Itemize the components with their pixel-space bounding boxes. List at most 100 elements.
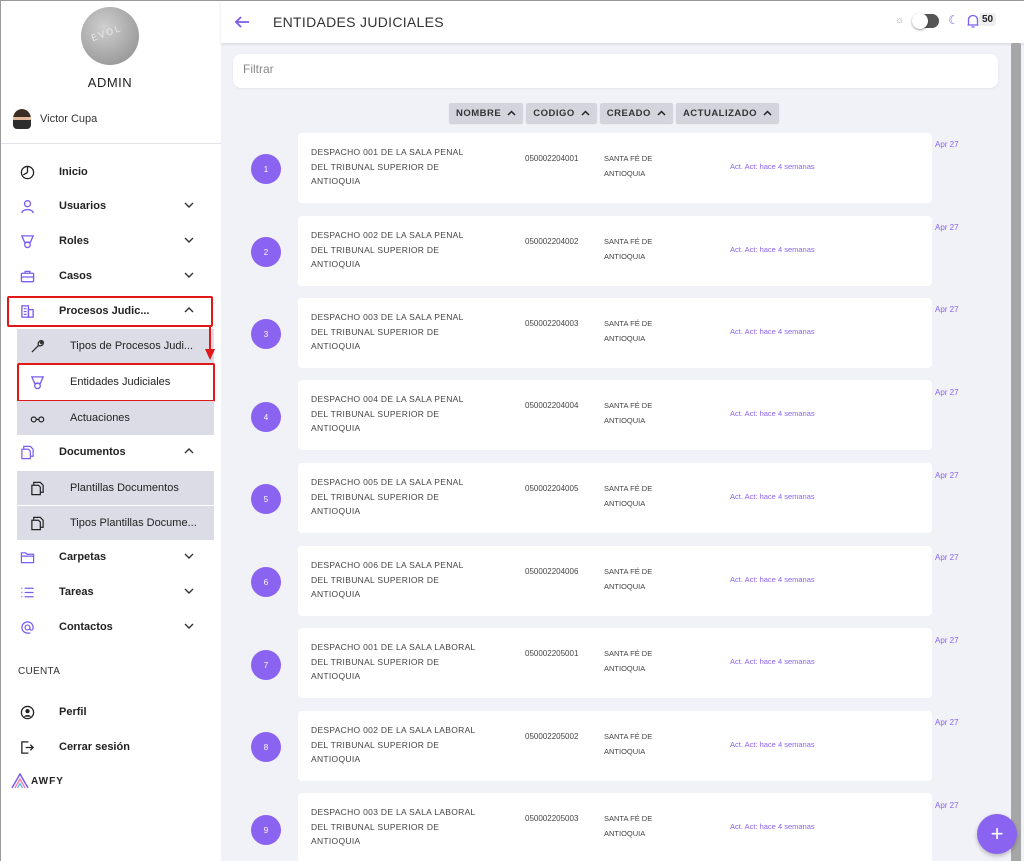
entity-code: 050002204001: [525, 154, 579, 163]
sidebar-item-casos[interactable]: Casos: [1, 259, 214, 293]
chevron-up-icon: [657, 110, 666, 116]
entity-name: DESPACHO 002 DE LA SALA LABORAL DEL TRIB…: [311, 725, 476, 764]
sidebar-item-tipos-procesos[interactable]: Tipos de Procesos Judi...: [17, 329, 214, 363]
sidebar-item-actuaciones[interactable]: Actuaciones: [17, 401, 214, 435]
sidebar-item-label: Plantillas Documentos: [70, 482, 179, 494]
entity-card[interactable]: DESPACHO 004 DE LA SALA PENAL DEL TRIBUN…: [298, 380, 932, 450]
entity-card[interactable]: DESPACHO 001 DE LA SALA LABORAL DEL TRIB…: [298, 628, 932, 698]
app-logo: AWFY: [11, 773, 64, 789]
sidebar-item-contactos[interactable]: Contactos: [1, 610, 214, 644]
entity-card[interactable]: DESPACHO 002 DE LA SALA PENAL DEL TRIBUN…: [298, 216, 932, 286]
sort-codigo-button[interactable]: CODIGO: [526, 103, 597, 123]
sidebar-item-label: Carpetas: [59, 551, 107, 563]
entity-updated: Act. Act: hace 4 semanas: [730, 245, 815, 254]
bell-icon[interactable]: [966, 13, 980, 29]
sort-creado-button[interactable]: CREADO: [599, 103, 673, 123]
entity-code: 050002204002: [525, 237, 579, 246]
chevron-up-icon: [507, 110, 516, 116]
documents-icon: [29, 515, 45, 531]
entity-city: SANTA FÉ DE ANTIOQUIA: [604, 154, 653, 178]
entity-date: Apr 27: [935, 223, 959, 232]
entity-date: Apr 27: [935, 636, 959, 645]
sort-label: ACTUALIZADO: [682, 107, 758, 119]
clock-icon: [19, 164, 35, 180]
admin-avatar[interactable]: EVOL: [81, 7, 139, 65]
theme-toggle[interactable]: [912, 13, 939, 29]
chevron-up-icon: [763, 110, 772, 116]
entity-updated: Act. Act: hace 4 semanas: [730, 575, 815, 584]
page-title: ENTIDADES JUDICIALES: [273, 14, 444, 30]
entity-date: Apr 27: [935, 305, 959, 314]
entity-name: DESPACHO 005 DE LA SALA PENAL DEL TRIBUN…: [311, 477, 464, 516]
entity-code: 050002205001: [525, 649, 579, 658]
chevron-down-icon: [184, 272, 194, 278]
entity-city: SANTA FÉ DE ANTIOQUIA: [604, 732, 653, 756]
top-bar: ENTIDADES JUDICIALES ☼ ☾ 50: [221, 1, 1024, 43]
sidebar-item-label: Inicio: [59, 166, 88, 178]
sidebar-item-usuarios[interactable]: Usuarios: [1, 189, 214, 223]
entity-code: 050002204004: [525, 401, 579, 410]
sidebar-item-carpetas[interactable]: Carpetas: [1, 540, 214, 574]
documents-icon: [19, 444, 35, 460]
sidebar-item-documentos[interactable]: Documentos: [1, 435, 214, 469]
sun-icon: ☼: [895, 15, 905, 26]
main-content: ENTIDADES JUDICIALES ☼ ☾ 50 NOMBRE CODIG…: [221, 1, 1024, 861]
scrollbar[interactable]: [1011, 43, 1021, 861]
entity-city: SANTA FÉ DE ANTIOQUIA: [604, 814, 653, 838]
sidebar-item-label: Usuarios: [59, 200, 107, 212]
entity-updated: Act. Act: hace 4 semanas: [730, 409, 815, 418]
sidebar-item-plantillas-documentos[interactable]: Plantillas Documentos: [17, 471, 214, 505]
filter-box: [233, 54, 998, 88]
row-number-badge: 9: [251, 815, 281, 845]
sidebar-item-tipos-plantillas[interactable]: Tipos Plantillas Docume...: [17, 506, 214, 540]
add-entity-button[interactable]: +: [977, 814, 1017, 854]
entity-code: 050002204006: [525, 567, 579, 576]
entity-date: Apr 27: [935, 388, 959, 397]
sort-nombre-button[interactable]: NOMBRE: [449, 103, 524, 123]
folder-icon: [19, 549, 35, 565]
back-arrow-icon[interactable]: [233, 13, 251, 31]
entity-date: Apr 27: [935, 718, 959, 727]
entity-card[interactable]: DESPACHO 005 DE LA SALA PENAL DEL TRIBUN…: [298, 463, 932, 533]
sidebar-item-inicio[interactable]: Inicio: [1, 155, 214, 189]
entity-card[interactable]: DESPACHO 003 DE LA SALA LABORAL DEL TRIB…: [298, 793, 932, 861]
highlight-box-procesos: [7, 296, 213, 327]
sort-actualizado-button[interactable]: ACTUALIZADO: [675, 103, 780, 123]
list-icon: [19, 584, 35, 600]
entity-name: DESPACHO 002 DE LA SALA PENAL DEL TRIBUN…: [311, 230, 464, 269]
entity-card[interactable]: DESPACHO 001 DE LA SALA PENAL DEL TRIBUN…: [298, 133, 932, 203]
logout-icon: [19, 739, 35, 755]
chevron-up-icon: [581, 110, 590, 116]
sidebar-item-cerrar-sesion[interactable]: Cerrar sesión: [1, 730, 214, 764]
entity-updated: Act. Act: hace 4 semanas: [730, 492, 815, 501]
entity-name: DESPACHO 003 DE LA SALA PENAL DEL TRIBUN…: [311, 312, 464, 351]
user-profile[interactable]: Victor Cupa: [13, 109, 97, 129]
entity-city: SANTA FÉ DE ANTIOQUIA: [604, 649, 653, 673]
row-number-badge: 8: [251, 732, 281, 762]
section-label-cuenta: CUENTA: [18, 666, 61, 677]
sidebar-item-roles[interactable]: Roles: [1, 224, 214, 258]
plus-icon: +: [990, 821, 1004, 846]
wrench-icon: [29, 338, 45, 354]
entity-updated: Act. Act: hace 4 semanas: [730, 740, 815, 749]
row-number-badge: 4: [251, 402, 281, 432]
entity-name: DESPACHO 003 DE LA SALA LABORAL DEL TRIB…: [311, 807, 476, 846]
sidebar-item-perfil[interactable]: Perfil: [1, 695, 214, 729]
entity-code: 050002204005: [525, 484, 579, 493]
entity-city: SANTA FÉ DE ANTIOQUIA: [604, 567, 653, 591]
moon-icon: ☾: [948, 13, 959, 27]
entity-updated: Act. Act: hace 4 semanas: [730, 822, 815, 831]
entity-card[interactable]: DESPACHO 006 DE LA SALA PENAL DEL TRIBUN…: [298, 546, 932, 616]
entity-date: Apr 27: [935, 801, 959, 810]
sidebar-item-tareas[interactable]: Tareas: [1, 575, 214, 609]
row-number-badge: 3: [251, 319, 281, 349]
filter-input[interactable]: [243, 62, 943, 76]
entity-card[interactable]: DESPACHO 003 DE LA SALA PENAL DEL TRIBUN…: [298, 298, 932, 368]
annotation-arrow: [205, 327, 215, 360]
entity-card[interactable]: DESPACHO 002 DE LA SALA LABORAL DEL TRIB…: [298, 711, 932, 781]
entity-city: SANTA FÉ DE ANTIOQUIA: [604, 401, 653, 425]
glasses-icon: [29, 410, 45, 426]
sidebar: EVOL ADMIN Victor Cupa Inicio Usuarios R…: [1, 1, 221, 861]
sidebar-item-label: Roles: [59, 235, 89, 247]
entity-updated: Act. Act: hace 4 semanas: [730, 327, 815, 336]
